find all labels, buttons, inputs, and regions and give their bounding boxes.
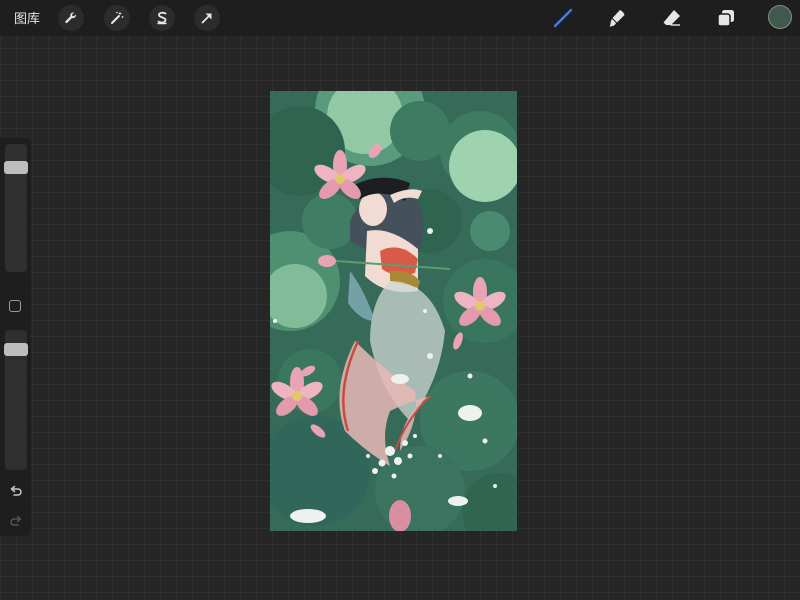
brush-button[interactable] [550, 5, 576, 31]
layers-icon [717, 10, 734, 27]
eraser-icon [663, 10, 680, 26]
left-sidebar [0, 138, 31, 536]
artwork [270, 91, 517, 531]
actions-button[interactable] [58, 5, 84, 31]
smudge-button[interactable] [604, 5, 630, 31]
redo-icon[interactable] [8, 514, 24, 530]
modify-button[interactable] [9, 300, 21, 312]
transform-button[interactable] [194, 5, 220, 31]
drawing-canvas[interactable] [270, 91, 517, 531]
opacity-slider[interactable] [4, 330, 28, 470]
selection-button[interactable] [149, 5, 175, 31]
transform-arrow-icon [201, 13, 212, 24]
layers-button[interactable] [713, 5, 739, 31]
eraser-button[interactable] [659, 5, 685, 31]
smudge-icon [609, 10, 625, 27]
selection-icon [157, 11, 167, 25]
opacity-thumb[interactable] [4, 343, 28, 356]
top-toolbar: 图库 [0, 0, 800, 36]
color-swatch[interactable] [768, 5, 792, 29]
gallery-button[interactable]: 图库 [14, 8, 40, 27]
adjustments-button[interactable] [104, 5, 130, 31]
brush-size-thumb[interactable] [4, 161, 28, 174]
brush-size-slider[interactable] [4, 144, 28, 272]
magic-wand-icon [111, 11, 124, 24]
wrench-icon [65, 12, 76, 24]
brush-icon [553, 8, 573, 28]
undo-icon[interactable] [8, 484, 24, 500]
